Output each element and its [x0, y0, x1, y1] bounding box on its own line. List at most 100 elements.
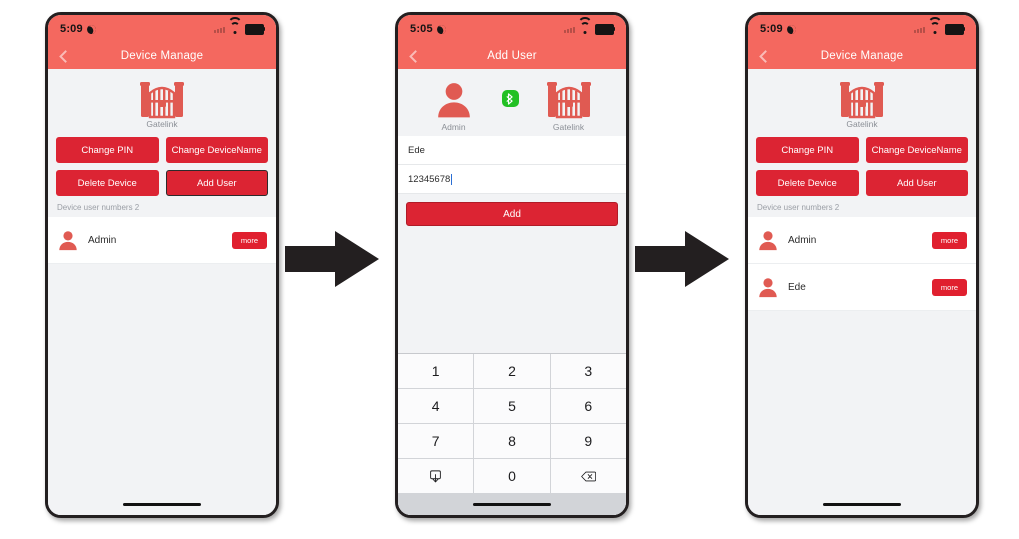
content-filler — [48, 264, 276, 493]
home-indicator — [48, 493, 276, 515]
numeric-keypad: 1 2 3 4 5 6 7 8 9 0 — [398, 353, 626, 493]
wifi-icon — [227, 16, 243, 34]
backspace-icon[interactable] — [550, 459, 626, 493]
wifi-icon — [577, 16, 593, 34]
wifi-icon — [927, 16, 943, 34]
key-0[interactable]: 0 — [474, 459, 550, 493]
phone-device-manage-before: 5:09 Device Manage Gatelink Change PIN C… — [45, 12, 279, 518]
signal-bars-icon — [214, 25, 225, 33]
key-4[interactable]: 4 — [398, 389, 474, 423]
key-5[interactable]: 5 — [474, 389, 550, 423]
add-user-form: Ede 12345678 — [398, 136, 626, 194]
device-name-label: Gatelink — [552, 122, 585, 132]
status-bar-right — [214, 16, 265, 35]
person-icon — [759, 278, 777, 298]
person-icon — [59, 231, 77, 251]
person-icon — [759, 231, 777, 251]
status-bar: 5:05 — [398, 15, 626, 43]
backspace-glyph — [581, 471, 596, 481]
bluetooth-glyph — [506, 92, 513, 105]
status-time: 5:05 — [410, 23, 433, 35]
username-value: Ede — [408, 144, 425, 156]
user-list: Admin more — [48, 217, 276, 264]
battery-full-icon — [595, 23, 615, 35]
status-bar-right — [914, 16, 965, 35]
pin-field[interactable]: 12345678 — [398, 165, 626, 194]
more-button[interactable]: more — [231, 231, 267, 249]
device-name-label: Gatelink — [146, 119, 178, 129]
screen-content: Gatelink Change PIN Change DeviceName De… — [748, 69, 976, 493]
home-indicator — [398, 493, 626, 515]
chevron-left-icon[interactable] — [758, 51, 768, 61]
delete-device-button[interactable]: Delete Device — [756, 170, 859, 196]
status-bar-left: 5:09 — [60, 23, 98, 35]
key-7[interactable]: 7 — [398, 424, 474, 458]
more-button[interactable]: more — [931, 278, 967, 296]
status-bar-left: 5:05 — [410, 23, 448, 35]
change-pin-button[interactable]: Change PIN — [756, 137, 859, 163]
status-time: 5:09 — [760, 23, 783, 35]
signal-bars-icon — [914, 25, 925, 33]
user-list-header: Device user numbers 2 — [757, 203, 840, 212]
add-user-button[interactable]: Add User — [165, 170, 268, 196]
chevron-left-icon[interactable] — [408, 51, 418, 61]
crescent-moon-icon — [785, 23, 798, 35]
status-time: 5:09 — [60, 23, 83, 35]
screen-content: Admin Gatelink Ede 12345678 Add 1 2 3 4 … — [398, 69, 626, 515]
delete-device-button[interactable]: Delete Device — [56, 170, 159, 196]
admin-label: Admin — [441, 122, 466, 132]
key-3[interactable]: 3 — [550, 354, 626, 388]
user-list: Admin more Ede more — [748, 217, 976, 311]
chevron-left-icon[interactable] — [58, 51, 68, 61]
key-9[interactable]: 9 — [550, 424, 626, 458]
change-devicename-button[interactable]: Change DeviceName — [865, 137, 968, 163]
admin-hero-item: Admin — [434, 79, 474, 132]
key-8[interactable]: 8 — [474, 424, 550, 458]
nav-bar: Device Manage — [48, 43, 276, 69]
device-hero-item: Gatelink — [546, 79, 591, 132]
content-filler — [748, 311, 976, 493]
username-field[interactable]: Ede — [398, 136, 626, 165]
pairing-hero: Admin Gatelink — [398, 69, 626, 136]
table-row[interactable]: Admin more — [748, 217, 976, 264]
nav-bar: Device Manage — [748, 43, 976, 69]
keyboard-dismiss-icon[interactable] — [398, 459, 474, 493]
crescent-moon-icon — [85, 23, 98, 35]
keyboard-dismiss-glyph — [430, 469, 441, 482]
battery-full-icon — [245, 23, 265, 35]
battery-full-icon — [945, 23, 965, 35]
change-pin-button[interactable]: Change PIN — [56, 137, 159, 163]
key-1[interactable]: 1 — [398, 354, 474, 388]
table-row[interactable]: Admin more — [48, 217, 276, 264]
add-user-button[interactable]: Add User — [865, 170, 968, 196]
arrow-right-icon — [635, 231, 729, 287]
change-devicename-button[interactable]: Change DeviceName — [165, 137, 268, 163]
status-bar-left: 5:09 — [760, 23, 798, 35]
action-button-grid: Change PIN Change DeviceName Delete Devi… — [48, 135, 276, 196]
user-list-header: Device user numbers 2 — [57, 203, 140, 212]
flow-stage: 5:09 Device Manage Gatelink Change PIN C… — [0, 0, 1019, 539]
bluetooth-icon — [501, 90, 519, 107]
gate-icon — [140, 82, 184, 119]
table-row[interactable]: Ede more — [748, 264, 976, 311]
arrow-right-icon — [285, 231, 379, 287]
key-2[interactable]: 2 — [474, 354, 550, 388]
gate-icon — [546, 82, 591, 119]
flow-arrow-1 — [283, 228, 381, 290]
user-name: Admin — [88, 234, 117, 246]
phone-add-user-form: 5:05 Add User Admin Gatelink Ede 1234567… — [395, 12, 629, 518]
gate-icon — [840, 82, 884, 119]
person-icon — [437, 83, 470, 118]
action-button-grid: Change PIN Change DeviceName Delete Devi… — [748, 135, 976, 196]
signal-bars-icon — [564, 25, 575, 33]
content-filler — [398, 234, 626, 353]
pin-value: 12345678 — [408, 173, 451, 185]
more-button[interactable]: more — [931, 231, 967, 249]
flow-arrow-2 — [633, 228, 731, 290]
user-name: Ede — [788, 281, 806, 293]
device-hero: Gatelink — [748, 69, 976, 135]
add-button[interactable]: Add — [406, 202, 618, 226]
screen-content: Gatelink Change PIN Change DeviceName De… — [48, 69, 276, 493]
nav-bar: Add User — [398, 43, 626, 69]
key-6[interactable]: 6 — [550, 389, 626, 423]
